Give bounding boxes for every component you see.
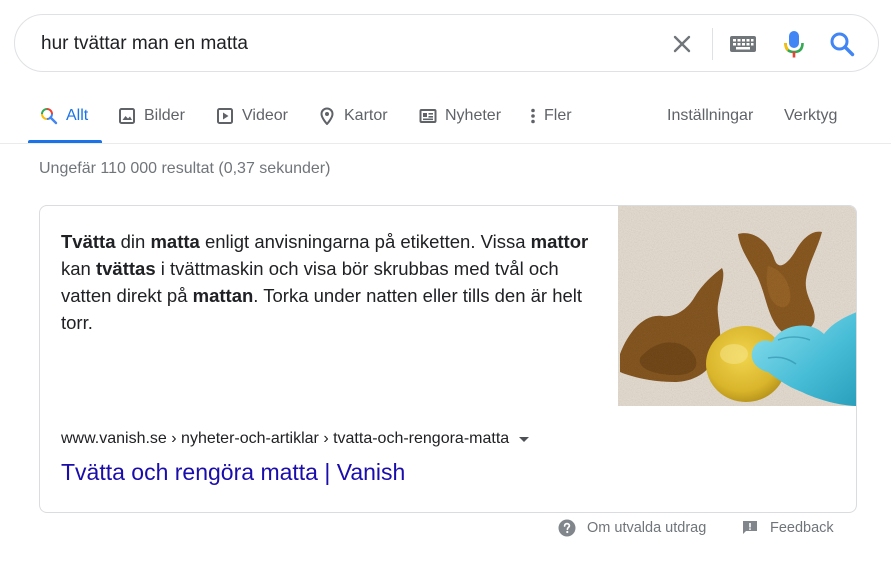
help-icon	[558, 519, 576, 537]
tab-all[interactable]: Allt	[40, 105, 88, 127]
tab-images[interactable]: Bilder	[118, 105, 185, 127]
keyboard-icon[interactable]	[729, 33, 757, 55]
close-icon[interactable]	[669, 31, 695, 57]
snippet-segment: kan	[61, 258, 96, 279]
tab-label: Videor	[242, 107, 288, 124]
search-icon	[40, 107, 58, 125]
search-icon[interactable]	[828, 30, 856, 58]
search-box-divider	[712, 28, 713, 60]
featured-snippet: Tvätta din matta enligt anvisningarna på…	[39, 205, 857, 513]
map-pin-icon	[318, 107, 336, 125]
tab-label: Kartor	[344, 107, 388, 124]
feedback-link[interactable]: Feedback	[741, 519, 834, 537]
snippet-highlight: tvättas	[95, 258, 156, 279]
search-input[interactable]: hur tvättar man en matta	[41, 33, 248, 55]
more-vert-icon	[528, 107, 538, 125]
cite-url: www.vanish.se › nyheter-och-artiklar › t…	[61, 430, 510, 447]
result-cite: www.vanish.se › nyheter-och-artiklar › t…	[61, 430, 530, 448]
snippet-highlight: matta	[150, 231, 200, 252]
newspaper-icon	[419, 107, 437, 125]
tools-link[interactable]: Verktyg	[784, 105, 837, 127]
tab-maps[interactable]: Kartor	[318, 105, 388, 127]
tab-news[interactable]: Nyheter	[419, 105, 501, 127]
tab-videos[interactable]: Videor	[216, 105, 288, 127]
video-icon	[216, 107, 234, 125]
result-stats: Ungefär 110 000 resultat (0,37 sekunder)	[39, 160, 331, 177]
microphone-icon[interactable]	[782, 29, 806, 59]
snippet-text: Tvätta din matta enligt anvisningarna på…	[61, 228, 606, 336]
tab-label: Fler	[544, 107, 572, 124]
snippet-highlight: mattor	[530, 231, 589, 252]
snippet-image[interactable]	[618, 206, 857, 406]
image-icon	[118, 107, 136, 125]
search-tabs: Allt Bilder Videor Kartor Nyheter Fler I…	[0, 96, 891, 144]
cite-menu-arrow[interactable]	[519, 436, 530, 442]
snippet-highlight: mattan	[192, 285, 254, 306]
active-tab-indicator	[28, 140, 102, 143]
about-featured-snippets[interactable]: Om utvalda utdrag	[558, 519, 706, 537]
tab-label: Nyheter	[445, 107, 502, 124]
tab-label: Bilder	[144, 107, 185, 124]
result-title-link[interactable]: Tvätta och rengöra matta | Vanish	[61, 459, 405, 486]
feedback-icon	[741, 519, 759, 537]
feedback-label: Feedback	[770, 520, 834, 536]
tab-more[interactable]: Fler	[528, 105, 572, 127]
search-box[interactable]: hur tvättar man en matta	[14, 14, 879, 72]
tab-label: Allt	[66, 107, 89, 124]
about-label: Om utvalda utdrag	[587, 520, 707, 536]
snippet-segment: enligt anvisningarna på etiketten. Vissa	[199, 231, 531, 252]
settings-link[interactable]: Inställningar	[667, 105, 753, 127]
snippet-highlight: Tvätta	[61, 231, 116, 252]
snippet-segment: din	[115, 231, 151, 252]
